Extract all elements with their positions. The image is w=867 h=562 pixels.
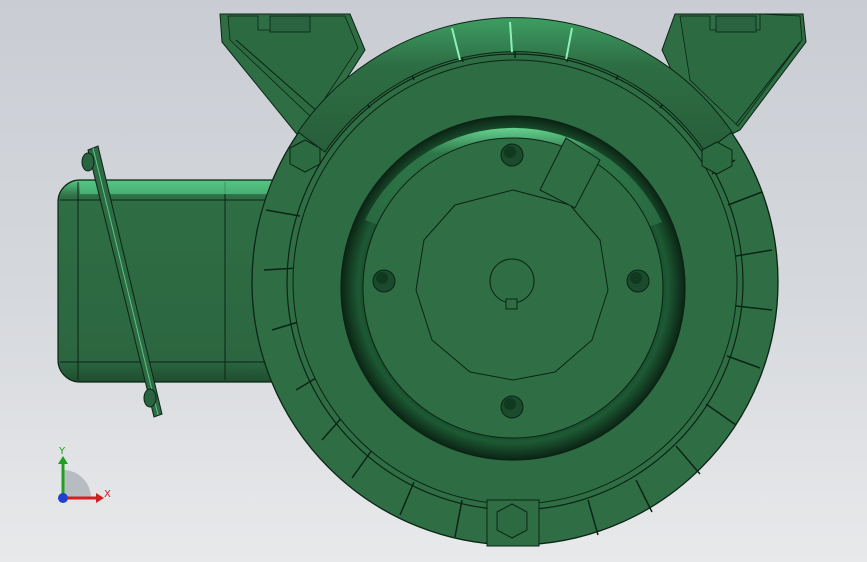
cad-graphics-area[interactable]: Y X <box>0 0 867 562</box>
y-axis-label: Y <box>58 446 66 457</box>
bolt-bottom[interactable] <box>486 499 540 547</box>
x-axis-label: X <box>104 489 111 500</box>
motor-model-view[interactable]: Y X <box>0 0 867 562</box>
orientation-triad[interactable]: Y X <box>58 446 111 503</box>
z-axis-dot <box>58 493 68 503</box>
motor-housing[interactable] <box>251 17 779 547</box>
